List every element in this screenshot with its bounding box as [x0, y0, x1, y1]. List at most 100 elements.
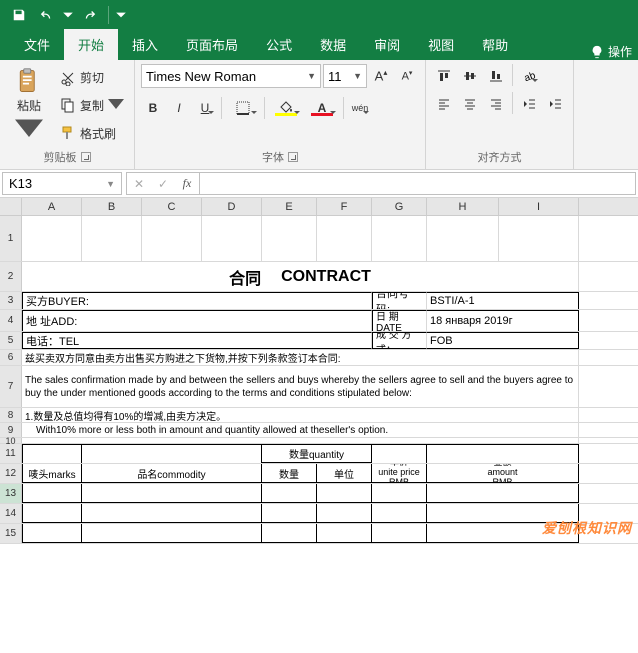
clipboard-label: 剪贴板	[44, 149, 77, 165]
table-cell[interactable]	[317, 504, 372, 523]
intro-en: The sales confirmation made by and betwe…	[22, 366, 579, 407]
increase-indent-button[interactable]	[543, 92, 567, 116]
tab-insert[interactable]: 插入	[118, 29, 172, 60]
align-left-button[interactable]	[432, 92, 456, 116]
col-header[interactable]: G	[372, 198, 427, 215]
table-cell[interactable]	[262, 504, 317, 523]
tab-formulas[interactable]: 公式	[252, 29, 306, 60]
grow-font-button[interactable]: A▴	[369, 64, 393, 88]
group-alignment: ab 对齐方式	[426, 60, 574, 169]
name-box-value: K13	[9, 176, 32, 191]
col-header[interactable]: D	[202, 198, 262, 215]
row-header[interactable]: 1	[0, 216, 22, 261]
cancel-formula-button[interactable]: ✕	[127, 177, 151, 191]
shrink-font-button[interactable]: A▾	[395, 64, 419, 88]
th-unit: 单位	[317, 464, 372, 483]
col-header[interactable]: A	[22, 198, 82, 215]
table-cell[interactable]	[317, 484, 372, 503]
col-header[interactable]: H	[427, 198, 499, 215]
align-bottom-button[interactable]	[484, 64, 508, 88]
qat-customize[interactable]	[115, 3, 127, 27]
table-cell[interactable]	[22, 504, 82, 523]
italic-button[interactable]: I	[167, 96, 191, 120]
save-button[interactable]	[6, 3, 32, 27]
name-box[interactable]: K13▼	[2, 172, 122, 195]
col-header[interactable]: E	[262, 198, 317, 215]
tab-data[interactable]: 数据	[306, 29, 360, 60]
paste-button[interactable]: 粘贴	[6, 64, 52, 147]
fill-color-button[interactable]	[269, 96, 303, 120]
tab-home[interactable]: 开始	[64, 29, 118, 60]
align-right-button[interactable]	[484, 92, 508, 116]
row-header[interactable]: 2	[0, 262, 22, 291]
row-header[interactable]: 13	[0, 484, 22, 503]
bold-button[interactable]: B	[141, 96, 165, 120]
row-header[interactable]: 12	[0, 464, 22, 483]
table-cell[interactable]	[82, 484, 262, 503]
formula-input[interactable]	[200, 172, 636, 195]
font-launcher[interactable]	[288, 152, 298, 162]
group-font: Times New Roman▼ 11▼ A▴ A▾ B I U A wén	[135, 60, 426, 169]
table-cell[interactable]	[262, 484, 317, 503]
decrease-indent-button[interactable]	[517, 92, 541, 116]
row-header[interactable]: 11	[0, 444, 22, 463]
align-center-button[interactable]	[458, 92, 482, 116]
align-top-button[interactable]	[432, 64, 456, 88]
table-cell[interactable]	[22, 524, 82, 543]
row-header[interactable]: 10	[0, 438, 22, 443]
row-header[interactable]: 8	[0, 408, 22, 422]
col-header[interactable]: B	[82, 198, 142, 215]
cut-button[interactable]: 剪切	[56, 66, 128, 90]
row-header[interactable]: 15	[0, 524, 22, 543]
table-cell[interactable]	[372, 524, 427, 543]
th-amount-text: 金额 amount RMB	[427, 464, 579, 483]
font-color-button[interactable]: A	[305, 96, 339, 120]
tab-file[interactable]: 文件	[10, 29, 64, 60]
row-header[interactable]: 3	[0, 292, 22, 309]
undo-button[interactable]	[34, 3, 60, 27]
tab-view[interactable]: 视图	[414, 29, 468, 60]
insert-function-button[interactable]: fx	[175, 176, 199, 191]
address-label: 地 址ADD:	[22, 310, 372, 331]
col-header[interactable]: C	[142, 198, 202, 215]
worksheet[interactable]: A B C D E F G H I 1 2 合同 CONTRACT 3 买方BU…	[0, 198, 638, 544]
col-header[interactable]: I	[499, 198, 579, 215]
enter-formula-button[interactable]: ✓	[151, 177, 175, 191]
align-middle-button[interactable]	[458, 64, 482, 88]
row-header[interactable]: 5	[0, 332, 22, 349]
row-header[interactable]: 4	[0, 310, 22, 331]
row-header[interactable]: 6	[0, 350, 22, 365]
col-header[interactable]: F	[317, 198, 372, 215]
th-marks-text: 唛头marks	[22, 464, 82, 483]
format-painter-button[interactable]: 格式刷	[56, 121, 128, 145]
table-cell[interactable]	[427, 484, 579, 503]
table-cell[interactable]	[22, 484, 82, 503]
table-cell[interactable]	[372, 484, 427, 503]
table-cell[interactable]	[82, 524, 262, 543]
underline-button[interactable]: U	[193, 96, 217, 120]
table-cell[interactable]	[82, 504, 262, 523]
date-label: 日 期DATE	[372, 310, 427, 331]
row-header[interactable]: 14	[0, 504, 22, 523]
orientation-button[interactable]: ab	[517, 64, 541, 88]
tab-layout[interactable]: 页面布局	[172, 29, 252, 60]
select-all-corner[interactable]	[0, 198, 22, 215]
copy-label: 复制	[80, 97, 104, 114]
border-button[interactable]	[226, 96, 260, 120]
tell-me[interactable]: 操作	[590, 43, 632, 60]
undo-dropdown[interactable]	[62, 3, 74, 27]
table-cell[interactable]	[317, 524, 372, 543]
redo-button[interactable]	[76, 3, 102, 27]
font-size-combo[interactable]: 11▼	[323, 64, 367, 88]
table-cell[interactable]	[372, 504, 427, 523]
row-header[interactable]: 7	[0, 366, 22, 407]
table-cell[interactable]	[262, 524, 317, 543]
alignment-label: 对齐方式	[478, 149, 522, 165]
formula-buttons: ✕ ✓ fx	[126, 172, 200, 195]
font-name-combo[interactable]: Times New Roman▼	[141, 64, 321, 88]
copy-button[interactable]: 复制	[56, 93, 128, 117]
tab-help[interactable]: 帮助	[468, 29, 522, 60]
tab-review[interactable]: 审阅	[360, 29, 414, 60]
clipboard-launcher[interactable]	[81, 152, 91, 162]
phonetic-button[interactable]: wén	[348, 96, 372, 120]
